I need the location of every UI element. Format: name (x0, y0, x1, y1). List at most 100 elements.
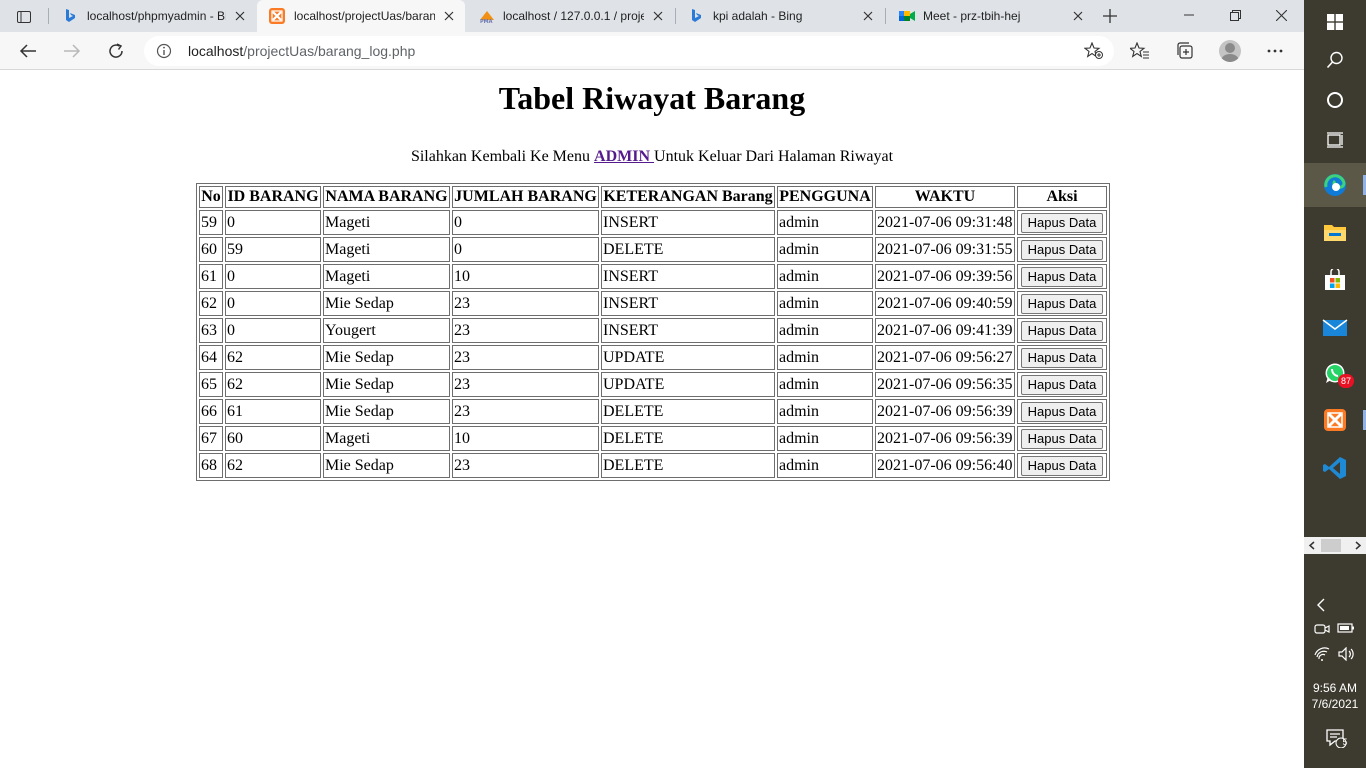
scrollbar-thumb[interactable] (1321, 539, 1341, 552)
phpmyadmin-icon: PMA (478, 8, 494, 25)
tab-phpmyadmin-db[interactable]: PMA localhost / 127.0.0.1 / projectuas (466, 0, 674, 32)
taskbar-scrollbar[interactable] (1304, 537, 1366, 554)
cell-nama-barang: Mageti (323, 264, 450, 289)
favorites-icon (1130, 42, 1149, 59)
close-tab-icon[interactable] (232, 8, 248, 24)
hapus-data-button[interactable]: Hapus Data (1020, 320, 1104, 341)
cell-aksi: Hapus Data (1017, 291, 1107, 316)
cell-pengguna: admin (777, 345, 873, 370)
refresh-button[interactable] (102, 39, 130, 63)
tab-barang-log[interactable]: localhost/projectUas/barang_log.php (257, 0, 465, 32)
minimize-icon (1184, 14, 1194, 16)
tab-separator (48, 8, 49, 24)
profile-button[interactable] (1218, 40, 1242, 62)
hapus-data-button[interactable]: Hapus Data (1020, 428, 1104, 449)
taskbar-mail[interactable] (1304, 306, 1366, 350)
collections-button[interactable] (1173, 40, 1197, 62)
store-icon (1325, 269, 1345, 290)
cortana-button[interactable] (1304, 78, 1366, 122)
cell-id-barang: 62 (225, 372, 321, 397)
column-header-no: No (199, 186, 223, 208)
cell-id-barang: 59 (225, 237, 321, 262)
close-tab-icon[interactable] (1070, 8, 1086, 24)
column-header-aksi: Aksi (1017, 186, 1107, 208)
network-indicator[interactable] (1314, 647, 1330, 664)
more-icon (1267, 49, 1283, 53)
hapus-data-button[interactable]: Hapus Data (1020, 293, 1104, 314)
taskbar-whatsapp[interactable]: 87 (1304, 352, 1366, 396)
tab-kpi-bing[interactable]: kpi adalah - Bing (676, 0, 884, 32)
settings-more-button[interactable] (1263, 40, 1287, 62)
hapus-data-button[interactable]: Hapus Data (1020, 455, 1104, 476)
volume-indicator[interactable] (1338, 646, 1356, 664)
mail-icon (1322, 319, 1348, 336)
site-info-icon[interactable] (156, 43, 172, 64)
add-favorite-icon[interactable] (1083, 41, 1104, 65)
cell-no: 60 (199, 237, 223, 262)
edge-icon (1324, 174, 1346, 196)
cell-jumlah-barang: 23 (452, 399, 599, 424)
minimize-button[interactable] (1166, 0, 1212, 30)
show-hidden-icons-button[interactable] (1316, 598, 1326, 615)
hapus-data-button[interactable]: Hapus Data (1020, 374, 1104, 395)
favorites-button[interactable] (1128, 40, 1152, 62)
table-row: 60 59 Mageti 0 DELETE admin 2021-07-06 09:31:5… (199, 237, 1107, 262)
cell-nama-barang: Mageti (323, 426, 450, 451)
cell-pengguna: admin (777, 237, 873, 262)
hapus-data-button[interactable]: Hapus Data (1020, 212, 1104, 233)
address-bar[interactable]: localhost/projectUas/barang_log.php (144, 36, 1114, 66)
cell-no: 61 (199, 264, 223, 289)
scroll-right-icon[interactable] (1354, 541, 1362, 550)
hapus-data-button[interactable]: Hapus Data (1020, 239, 1104, 260)
hapus-data-button[interactable]: Hapus Data (1020, 347, 1104, 368)
meet-now-button[interactable] (1314, 622, 1330, 639)
hapus-data-button[interactable]: Hapus Data (1020, 401, 1104, 422)
page-subtitle: Silahkan Kembali Ke Menu ADMIN Untuk Kel… (0, 147, 1304, 167)
system-clock[interactable]: 9:56 AM 7/6/2021 (1304, 680, 1366, 712)
hapus-data-button[interactable]: Hapus Data (1020, 266, 1104, 287)
scroll-left-icon[interactable] (1308, 541, 1316, 550)
action-center-button[interactable]: 5 (1326, 728, 1348, 751)
collections-icon (1177, 42, 1193, 59)
taskbar-file-explorer[interactable] (1304, 210, 1366, 254)
cell-pengguna: admin (777, 264, 873, 289)
subtitle-text-before: Silahkan Kembali Ke Menu (410, 148, 595, 165)
cell-aksi: Hapus Data (1017, 345, 1107, 370)
cell-aksi: Hapus Data (1017, 264, 1107, 289)
cell-nama-barang: Mie Sedap (323, 453, 450, 478)
back-button[interactable] (14, 39, 42, 63)
task-view-button[interactable] (1304, 118, 1366, 162)
cell-jumlah-barang: 23 (452, 291, 599, 316)
taskbar-store[interactable] (1304, 258, 1366, 302)
restore-icon (1229, 9, 1241, 21)
taskbar-vscode[interactable] (1304, 446, 1366, 490)
tab-actions-menu-icon[interactable] (10, 6, 38, 28)
bing-icon (62, 8, 78, 24)
avatar (1219, 40, 1241, 62)
vscode-icon (1323, 457, 1346, 479)
taskbar-xampp[interactable] (1304, 398, 1366, 442)
close-window-button[interactable] (1258, 0, 1304, 30)
taskbar-edge[interactable] (1304, 163, 1366, 207)
cell-pengguna: admin (777, 291, 873, 316)
cell-aksi: Hapus Data (1017, 318, 1107, 343)
battery-indicator[interactable] (1337, 622, 1355, 637)
forward-button[interactable] (58, 39, 86, 63)
search-button[interactable] (1304, 38, 1366, 82)
close-tab-icon[interactable] (860, 8, 876, 24)
cell-keterangan: UPDATE (601, 372, 775, 397)
cell-nama-barang: Mie Sedap (323, 372, 450, 397)
new-tab-button[interactable] (1098, 5, 1122, 27)
cell-waktu: 2021-07-06 09:56:39 (875, 426, 1015, 451)
tab-phpmyadmin-bing[interactable]: localhost/phpmyadmin - Bing (50, 0, 256, 32)
close-tab-icon[interactable] (441, 8, 457, 24)
tab-meet[interactable]: Meet - prz-tbih-hej (886, 0, 1094, 32)
meet-icon (898, 8, 915, 24)
admin-menu-link[interactable]: ADMIN (594, 148, 654, 165)
tab-title: Meet - prz-tbih-hej (923, 9, 1021, 23)
close-tab-icon[interactable] (650, 8, 666, 24)
restore-button[interactable] (1212, 0, 1258, 30)
cell-no: 65 (199, 372, 223, 397)
tab-title: localhost/projectUas/barang_log.php (294, 9, 435, 23)
browser-window: localhost/phpmyadmin - Bing localhost/pr… (0, 0, 1304, 768)
